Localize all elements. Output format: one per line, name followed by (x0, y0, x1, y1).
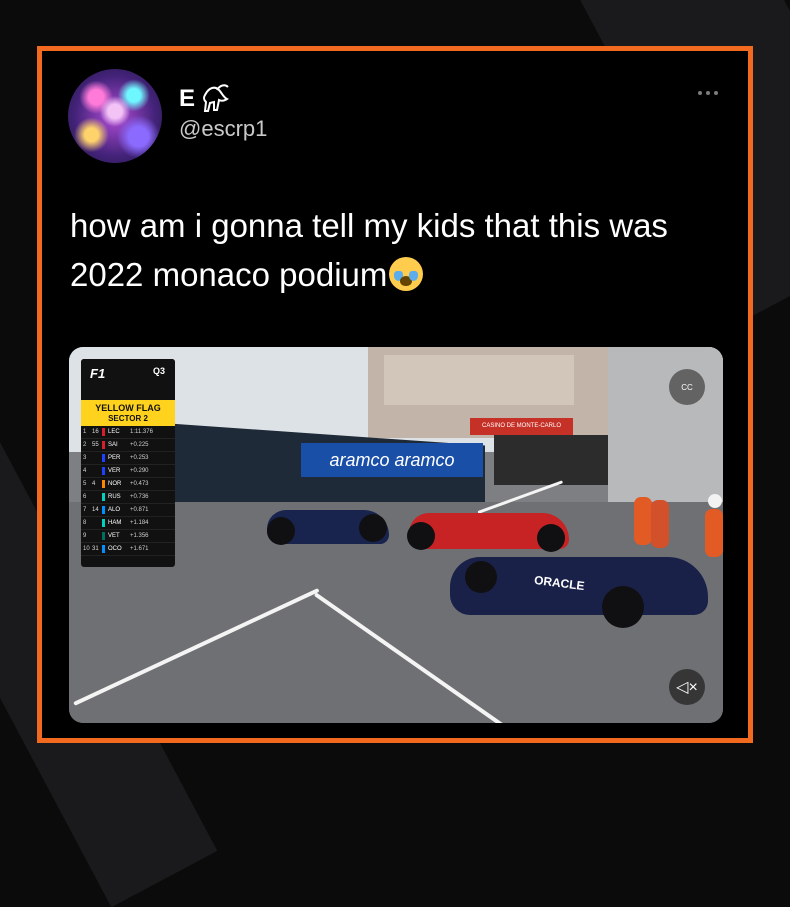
lap-time: +0.736 (130, 494, 149, 500)
position: 9 (83, 533, 87, 539)
car-number: 55 (92, 442, 99, 448)
lap-time: +0.290 (130, 468, 149, 474)
tunnel (494, 435, 612, 485)
car-wheel (359, 514, 387, 542)
driver-code: LEC (108, 429, 120, 435)
scoreboard-row: 2 55 SAI +0.225 (81, 439, 175, 452)
scoreboard-row: 7 14 ALO +0.871 (81, 504, 175, 517)
team-color-bar (102, 428, 105, 436)
scoreboard-row: 5 4 NOR +0.473 (81, 478, 175, 491)
position: 8 (83, 520, 87, 526)
position: 4 (83, 468, 87, 474)
team-color-bar (102, 532, 105, 540)
goat-icon (202, 84, 229, 112)
loudly-crying-face-emoji (389, 257, 424, 291)
tweet-text-content: how am i gonna tell my kids that this wa… (70, 207, 668, 293)
lap-time: +0.473 (130, 481, 149, 487)
lap-time: +0.253 (130, 455, 149, 461)
tweet-card-frame: E @escrp1 how am i gonna tell my kids th… (37, 46, 753, 743)
car-number: 14 (92, 507, 99, 513)
marshal-helmet (708, 494, 722, 508)
mute-icon[interactable]: ◁× (669, 669, 705, 705)
position: 3 (83, 455, 87, 461)
scoreboard-header: F1 Q3 (81, 359, 175, 383)
position: 10 (83, 546, 90, 552)
aramco-ad-board: aramco aramco aramco aramco (301, 443, 483, 477)
building-upper (384, 355, 574, 405)
marshal (634, 497, 652, 545)
car-sponsor-text: ORACLE (533, 572, 586, 594)
marshal (651, 500, 669, 548)
driver-code: RUS (108, 494, 121, 500)
display-name[interactable]: E (179, 85, 195, 113)
car-number: 4 (92, 481, 96, 487)
driver-code: ALO (108, 507, 121, 513)
lap-time: +1.671 (130, 546, 149, 552)
casino-sign: CASINO DE MONTE-CARLO (470, 418, 573, 435)
lap-time: 1:11.376 (130, 429, 153, 435)
tweet-text: how am i gonna tell my kids that this wa… (70, 201, 710, 299)
driver-code: HAM (108, 520, 122, 526)
driver-code: SAI (108, 442, 118, 448)
car-wheel (267, 517, 295, 545)
team-color-bar (102, 545, 105, 553)
avatar[interactable] (68, 69, 162, 163)
session-label: Q3 (152, 366, 165, 376)
lap-time: +1.356 (130, 533, 149, 539)
car-wheel (602, 586, 644, 628)
closed-captions-icon[interactable]: CC (669, 369, 705, 405)
more-options-icon[interactable] (698, 91, 718, 95)
team-color-bar (102, 493, 105, 501)
driver-code: NOR (108, 481, 122, 487)
car-number: 16 (92, 429, 99, 435)
lap-time: +0.871 (130, 507, 149, 513)
team-color-bar (102, 441, 105, 449)
scoreboard-row: 3 PER +0.253 (81, 452, 175, 465)
scoreboard-row: 10 31 OCO +1.671 (81, 543, 175, 556)
tweet: E @escrp1 how am i gonna tell my kids th… (42, 51, 748, 738)
team-color-bar (102, 454, 105, 462)
position: 6 (83, 494, 87, 500)
handle[interactable]: @escrp1 (179, 116, 267, 142)
scoreboard-row: 6 RUS +0.736 (81, 491, 175, 504)
video-media[interactable]: CASINO DE MONTE-CARLO aramco aramco aram… (69, 347, 723, 723)
driver-code: VER (108, 468, 121, 474)
driver-code: OCO (108, 546, 122, 552)
position: 2 (83, 442, 87, 448)
team-color-bar (102, 519, 105, 527)
car-wheel (465, 561, 497, 593)
driver-code: PER (108, 455, 121, 461)
driver-code: VET (108, 533, 120, 539)
timing-scoreboard: F1 Q3 YELLOW FLAG SECTOR 2 1 16 LEC 1:11.37… (81, 359, 175, 567)
lap-time: +0.225 (130, 442, 149, 448)
scoreboard-row: 8 HAM +1.184 (81, 517, 175, 530)
scoreboard-row: 4 VER +0.290 (81, 465, 175, 478)
scoreboard-row: 9 VET +1.356 (81, 530, 175, 543)
scoreboard-row: 1 16 LEC 1:11.376 (81, 426, 175, 439)
car-wheel (407, 522, 435, 550)
position: 7 (83, 507, 87, 513)
sector-label: SECTOR 2 (81, 414, 175, 426)
lap-time: +1.184 (130, 520, 149, 526)
position: 5 (83, 481, 87, 487)
yellow-flag-banner: YELLOW FLAG (81, 400, 175, 414)
scoreboard-rows: 1 16 LEC 1:11.376 2 55 SAI +0.225 3 PER +0.253 4 VER… (81, 426, 175, 556)
team-color-bar (102, 467, 105, 475)
marshal (705, 509, 723, 557)
team-color-bar (102, 480, 105, 488)
position: 1 (83, 429, 87, 435)
team-color-bar (102, 506, 105, 514)
car-wheel (537, 524, 565, 552)
f1-logo: F1 (90, 366, 106, 381)
car-number: 31 (92, 546, 99, 552)
